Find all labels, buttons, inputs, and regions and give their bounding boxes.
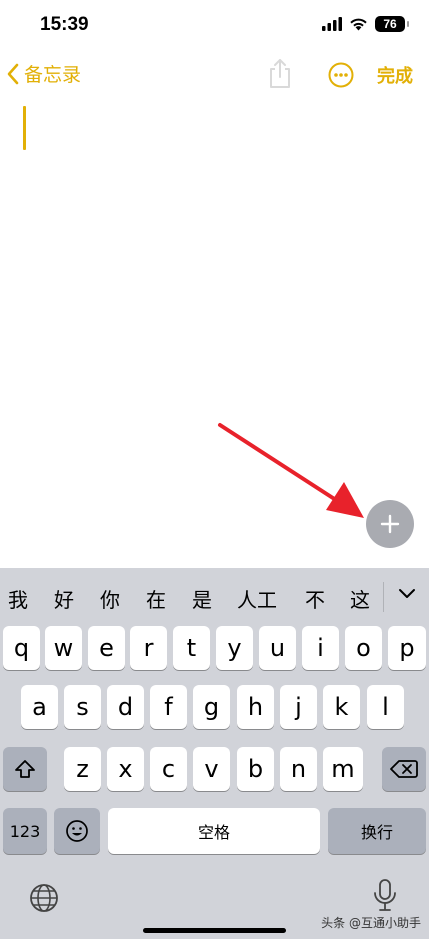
key-c[interactable]: c xyxy=(150,747,187,791)
candidate-item[interactable]: 是 xyxy=(192,584,212,613)
key-z[interactable]: z xyxy=(64,747,101,791)
key-w[interactable]: w xyxy=(45,626,82,670)
key-k[interactable]: k xyxy=(323,685,360,729)
key-i[interactable]: i xyxy=(302,626,339,670)
key-o[interactable]: o xyxy=(345,626,382,670)
shift-key[interactable] xyxy=(3,747,47,791)
shift-icon xyxy=(15,760,35,778)
return-key[interactable]: 换行 xyxy=(328,808,426,854)
globe-icon[interactable] xyxy=(28,882,60,914)
candidate-item[interactable]: 不 xyxy=(305,584,325,613)
backspace-icon xyxy=(390,760,418,778)
key-l[interactable]: l xyxy=(367,685,404,729)
candidate-item[interactable]: 我 xyxy=(8,584,28,613)
key-b[interactable]: b xyxy=(237,747,274,791)
add-attachment-button[interactable] xyxy=(366,500,414,548)
key-f[interactable]: f xyxy=(150,685,187,729)
numbers-key[interactable]: 123 xyxy=(3,808,47,854)
key-p[interactable]: p xyxy=(388,626,426,670)
plus-icon xyxy=(380,514,400,534)
annotation-arrow-icon xyxy=(218,423,364,518)
candidate-item[interactable]: 好 xyxy=(54,584,74,613)
chevron-down-icon[interactable] xyxy=(396,582,418,604)
delete-key[interactable] xyxy=(382,747,426,791)
watermark-text: 头条 @互通小助手 xyxy=(321,916,421,930)
candidate-item[interactable]: 在 xyxy=(146,584,166,613)
key-r[interactable]: r xyxy=(130,626,167,670)
key-d[interactable]: d xyxy=(107,685,144,729)
candidate-item[interactable]: 你 xyxy=(100,584,120,613)
microphone-icon[interactable] xyxy=(372,878,398,914)
home-indicator xyxy=(143,928,286,933)
candidate-divider xyxy=(383,582,384,612)
candidate-item[interactable]: 这 xyxy=(350,584,370,613)
key-n[interactable]: n xyxy=(280,747,317,791)
key-t[interactable]: t xyxy=(173,626,210,670)
key-h[interactable]: h xyxy=(237,685,274,729)
emoji-icon xyxy=(66,820,88,842)
key-g[interactable]: g xyxy=(193,685,230,729)
key-e[interactable]: e xyxy=(88,626,125,670)
key-m[interactable]: m xyxy=(323,747,363,791)
candidate-item[interactable]: 人工 xyxy=(237,584,277,613)
emoji-key[interactable] xyxy=(54,808,100,854)
key-y[interactable]: y xyxy=(216,626,253,670)
key-j[interactable]: j xyxy=(280,685,317,729)
key-q[interactable]: q xyxy=(3,626,40,670)
space-key[interactable]: 空格 xyxy=(108,808,320,854)
key-x[interactable]: x xyxy=(107,747,144,791)
key-v[interactable]: v xyxy=(193,747,230,791)
key-s[interactable]: s xyxy=(64,685,101,729)
key-u[interactable]: u xyxy=(259,626,296,670)
key-a[interactable]: a xyxy=(21,685,58,729)
candidate-bar: 我 好 你 在 是 人工 不 这 xyxy=(0,578,429,618)
